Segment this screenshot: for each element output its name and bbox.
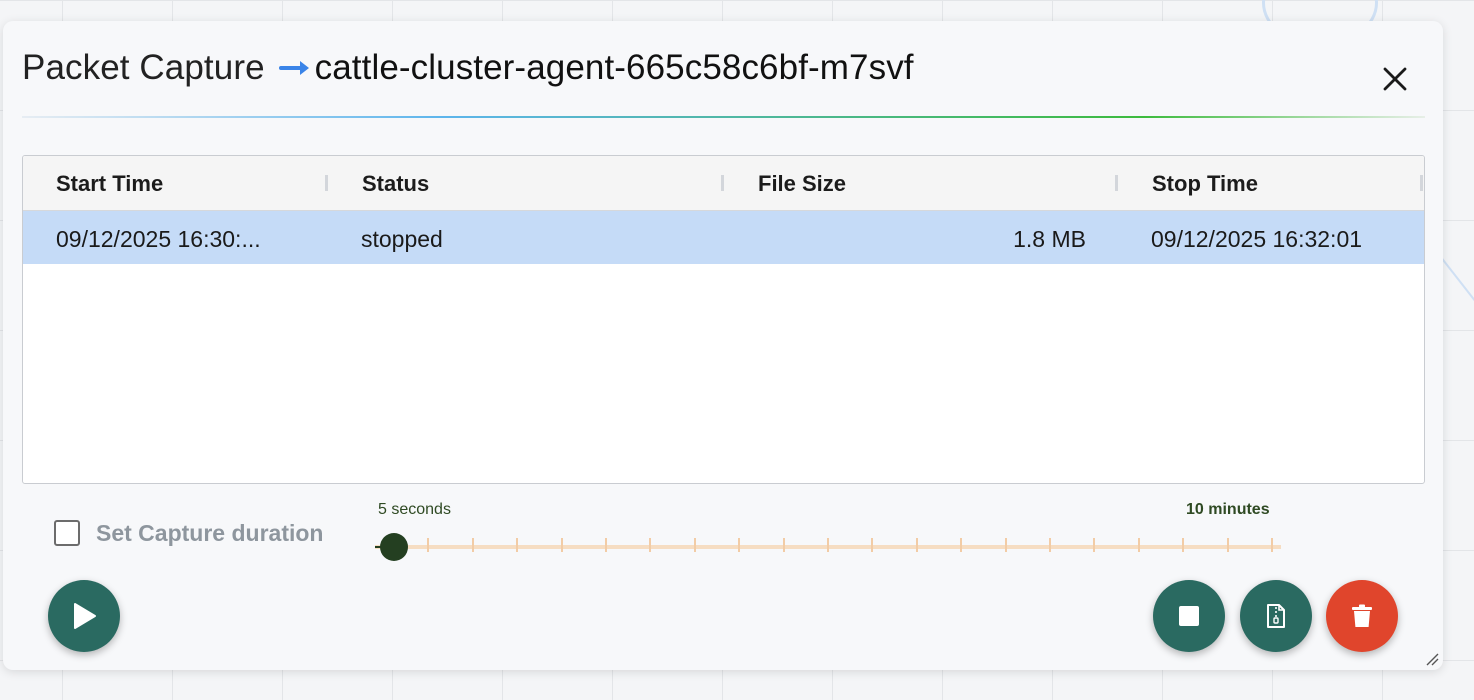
column-resize-handle[interactable] xyxy=(721,175,724,191)
dialog-title: Packet Capture xyxy=(22,48,265,87)
stop-capture-button[interactable] xyxy=(1153,580,1225,652)
play-icon xyxy=(74,603,96,629)
file-archive-icon xyxy=(1267,604,1285,628)
slider-tick xyxy=(738,538,741,552)
capture-duration-label[interactable]: Set Capture duration xyxy=(96,520,323,547)
download-capture-button[interactable] xyxy=(1240,580,1312,652)
column-header-start-time[interactable]: Start Time xyxy=(56,156,163,210)
slider-tick xyxy=(471,538,474,552)
close-icon[interactable] xyxy=(1381,65,1409,93)
slider-tick xyxy=(1182,538,1185,552)
cell-start-time: 09/12/2025 16:30:... xyxy=(56,226,261,252)
pod-name: cattle-cluster-agent-665c58c6bf-m7svf xyxy=(314,48,914,87)
column-header-status[interactable]: Status xyxy=(362,156,429,210)
slider-tick xyxy=(693,538,696,552)
slider-tick xyxy=(1093,538,1096,552)
slider-tick xyxy=(427,538,430,552)
column-header-file-size[interactable]: File Size xyxy=(758,156,846,210)
background-decoration xyxy=(1439,255,1474,304)
slider-tick xyxy=(960,538,963,552)
column-resize-handle[interactable] xyxy=(325,175,328,191)
slider-tick xyxy=(1137,538,1140,552)
slider-max-label: 10 minutes xyxy=(1186,501,1270,518)
capture-table: Start Time Status File Size Stop Time 09… xyxy=(22,155,1425,484)
packet-capture-dialog: Packet Capture cattle-cluster-agent-665c… xyxy=(3,21,1443,670)
column-header-stop-time[interactable]: Stop Time xyxy=(1152,156,1258,210)
table-row[interactable]: 09/12/2025 16:30:... stopped 1.8 MB 09/1… xyxy=(23,211,1424,264)
cell-file-size: 1.8 MB xyxy=(1013,226,1086,252)
column-resize-handle[interactable] xyxy=(1420,175,1423,191)
capture-duration-control: Set Capture duration xyxy=(54,518,323,548)
duration-slider-track[interactable] xyxy=(375,538,1281,552)
start-capture-button[interactable] xyxy=(48,580,120,652)
trash-icon xyxy=(1352,604,1372,627)
column-resize-handle[interactable] xyxy=(1115,175,1118,191)
slider-tick xyxy=(1226,538,1229,552)
slider-tick xyxy=(1004,538,1007,552)
arrow-right-icon xyxy=(278,61,309,75)
slider-tick xyxy=(1271,538,1273,552)
slider-tick xyxy=(560,538,563,552)
resize-grip-icon[interactable] xyxy=(1425,652,1439,666)
slider-tick xyxy=(782,538,785,552)
slider-tick xyxy=(827,538,829,552)
dialog-header: Packet Capture cattle-cluster-agent-665c… xyxy=(22,47,914,89)
stop-icon xyxy=(1179,606,1199,626)
cell-stop-time: 09/12/2025 16:32:01 xyxy=(1151,226,1363,252)
delete-capture-button[interactable] xyxy=(1326,580,1398,652)
table-header: Start Time Status File Size Stop Time xyxy=(23,156,1424,211)
slider-tick xyxy=(1049,538,1051,552)
header-divider xyxy=(22,116,1425,118)
slider-min-label: 5 seconds xyxy=(378,501,451,518)
slider-tick xyxy=(871,538,874,552)
duration-slider-thumb[interactable] xyxy=(380,533,408,561)
slider-tick xyxy=(516,538,519,552)
cell-status: stopped xyxy=(361,226,443,252)
capture-duration-checkbox[interactable] xyxy=(54,520,80,546)
slider-tick xyxy=(605,538,607,552)
slider-tick xyxy=(915,538,918,552)
slider-tick xyxy=(649,538,652,552)
